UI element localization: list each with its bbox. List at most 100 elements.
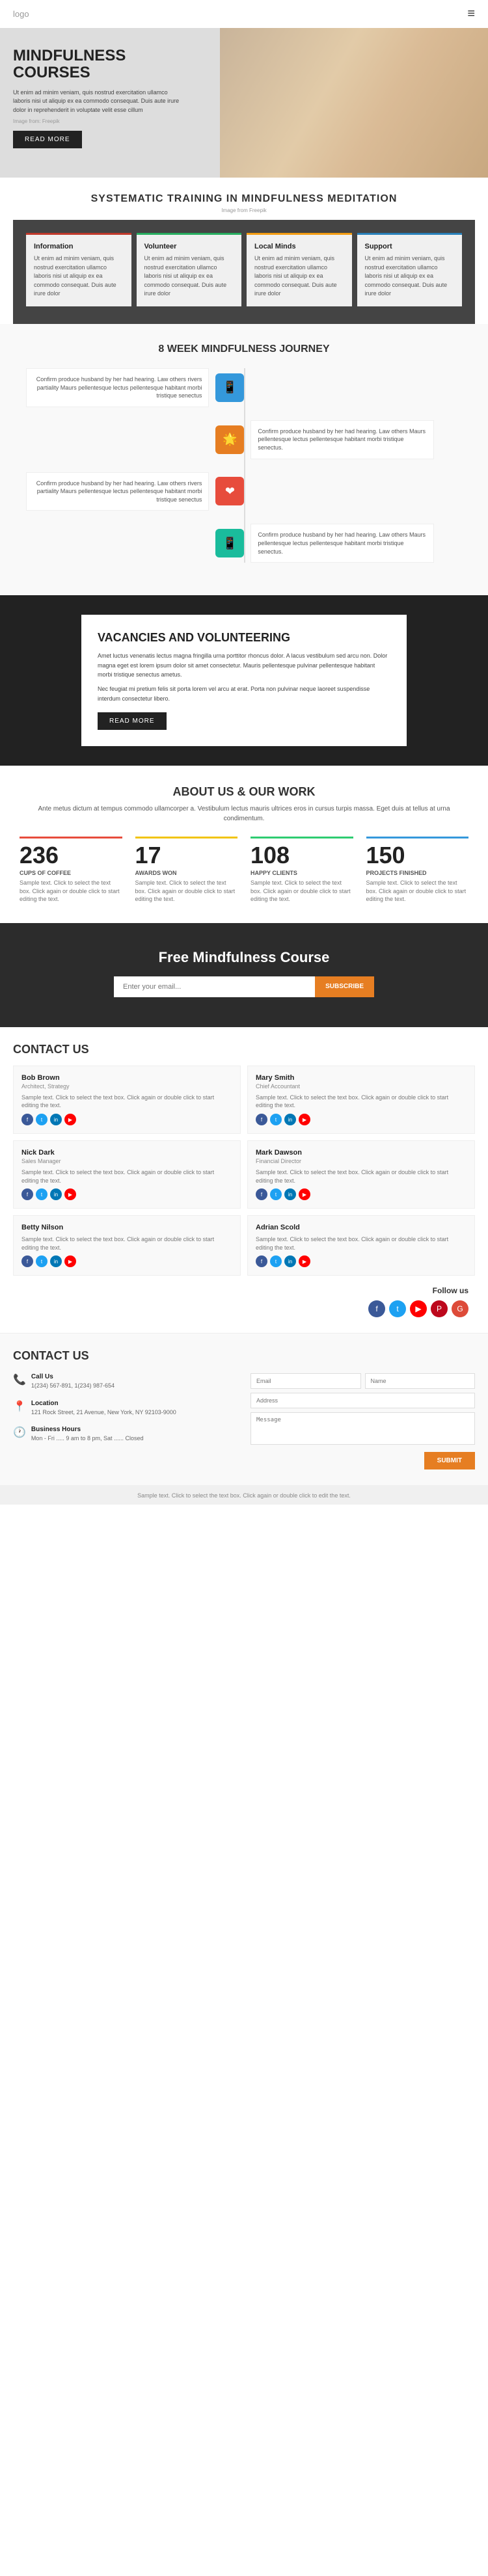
vacancies-text2: Nec feugiat mi pretium felis sit porta l… (98, 684, 390, 703)
footer-contact-title: CONTACT US (13, 1349, 475, 1363)
nick-yt-icon[interactable]: ▶ (64, 1188, 76, 1200)
mary-fb-icon[interactable]: f (256, 1114, 267, 1125)
training-card-local-minds-text: Ut enim ad minim veniam, quis nostrud ex… (254, 254, 344, 299)
mark-tw-icon[interactable]: t (270, 1188, 282, 1200)
training-title: SYSTEMATIC TRAINING IN MINDFULNESS MEDIT… (13, 193, 475, 205)
contact-card-adrian: Adrian Scold Sample text. Click to selec… (247, 1215, 475, 1276)
mary-tw-icon[interactable]: t (270, 1114, 282, 1125)
call-us-label: Call Us (31, 1373, 115, 1380)
stat-coffee-text: Sample text. Click to select the text bo… (20, 879, 122, 904)
form-row-1 (251, 1373, 475, 1389)
stat-coffee-label: CUPS OF COFFEE (20, 870, 122, 876)
follow-go-icon[interactable]: G (452, 1300, 468, 1317)
follow-fb-icon[interactable]: f (368, 1300, 385, 1317)
adrian-fb-icon[interactable]: f (256, 1255, 267, 1267)
stat-awards-label: AWARDS WON (135, 870, 238, 876)
contact-name-mary: Mary Smith (256, 1074, 467, 1082)
vacancies-title: VACANCIES AND VOLUNTEERING (98, 631, 390, 645)
hours-item: 🕐 Business Hours Mon - Fri ..... 9 am to… (13, 1426, 237, 1443)
betty-li-icon[interactable]: in (50, 1255, 62, 1267)
training-card-information-text: Ut enim ad minim veniam, quis nostrud ex… (34, 254, 124, 299)
contact-social-bob: f t in ▶ (21, 1114, 232, 1125)
stat-awards-text: Sample text. Click to select the text bo… (135, 879, 238, 904)
betty-fb-icon[interactable]: f (21, 1255, 33, 1267)
bob-tw-icon[interactable]: t (36, 1114, 47, 1125)
about-section: ABOUT US & OUR WORK Ante metus dictum at… (0, 766, 488, 923)
contact-card-mark: Mark Dawson Financial Director Sample te… (247, 1140, 475, 1209)
location-icon: 📍 (13, 1400, 26, 1413)
follow-yt-icon[interactable]: ▶ (410, 1300, 427, 1317)
location-label: Location (31, 1400, 176, 1407)
stat-coffee-number: 236 (20, 844, 122, 867)
follow-us-section: Follow us f t ▶ P G (13, 1286, 475, 1317)
bob-yt-icon[interactable]: ▶ (64, 1114, 76, 1125)
hero-section: MINDFULNESS COURSES Ut enim ad minim ven… (0, 28, 488, 178)
vacancies-box: VACANCIES AND VOLUNTEERING Amet luctus v… (81, 615, 407, 746)
training-bg: Information Ut enim ad minim veniam, qui… (13, 220, 475, 324)
contact-card-mary: Mary Smith Chief Accountant Sample text.… (247, 1066, 475, 1134)
mark-fb-icon[interactable]: f (256, 1188, 267, 1200)
follow-tw-icon[interactable]: t (389, 1300, 406, 1317)
journey-line (244, 368, 245, 563)
hero-read-more-button[interactable]: READ MORE (13, 131, 82, 148)
contact-text-adrian: Sample text. Click to select the text bo… (256, 1235, 467, 1252)
form-row-2 (251, 1393, 475, 1408)
contact-social-nick: f t in ▶ (21, 1188, 232, 1200)
contact-social-mary: f t in ▶ (256, 1114, 467, 1125)
nav-menu-icon[interactable]: ≡ (467, 7, 475, 21)
phone-icon: 📞 (13, 1373, 26, 1386)
betty-yt-icon[interactable]: ▶ (64, 1255, 76, 1267)
contact-people-grid: Bob Brown Architect, Strategy Sample tex… (13, 1066, 475, 1276)
follow-pi-icon[interactable]: P (431, 1300, 448, 1317)
free-course-subscribe-button[interactable]: SUBSCRIBE (315, 976, 374, 997)
adrian-tw-icon[interactable]: t (270, 1255, 282, 1267)
footer-email-input[interactable] (251, 1373, 361, 1389)
footer-contact-section: CONTACT US 📞 Call Us 1(234) 567-891, 1(2… (0, 1333, 488, 1485)
nick-li-icon[interactable]: in (50, 1188, 62, 1200)
stat-awards: 17 AWARDS WON Sample text. Click to sele… (135, 837, 238, 904)
footer-submit-button[interactable]: SUBMIT (424, 1452, 475, 1469)
contact-social-mark: f t in ▶ (256, 1188, 467, 1200)
contact-text-bob: Sample text. Click to select the text bo… (21, 1093, 232, 1110)
footer-name-input[interactable] (365, 1373, 476, 1389)
stat-clients-number: 108 (251, 844, 353, 867)
footer-address-input[interactable] (251, 1393, 475, 1408)
vacancies-read-more-button[interactable]: READ MORE (98, 712, 167, 730)
hero-content: MINDFULNESS COURSES Ut enim ad minim ven… (13, 47, 182, 148)
contact-name-adrian: Adrian Scold (256, 1224, 467, 1231)
training-card-information-title: Information (34, 243, 124, 250)
bottom-bar-text: Sample text. Click to select the text bo… (137, 1492, 351, 1499)
contact-role-mark: Financial Director (256, 1158, 467, 1164)
nick-fb-icon[interactable]: f (21, 1188, 33, 1200)
adrian-yt-icon[interactable]: ▶ (299, 1255, 310, 1267)
mary-li-icon[interactable]: in (284, 1114, 296, 1125)
footer-contact-info: 📞 Call Us 1(234) 567-891, 1(234) 987-654… (13, 1373, 237, 1469)
bob-fb-icon[interactable]: f (21, 1114, 33, 1125)
contact-text-nick: Sample text. Click to select the text bo… (21, 1168, 232, 1185)
journey-title: 8 WEEK MINDFULNESS JOURNEY (13, 343, 475, 355)
contact-section-title: CONTACT US (13, 1043, 475, 1056)
footer-contact-layout: 📞 Call Us 1(234) 567-891, 1(234) 987-654… (13, 1373, 475, 1469)
contact-name-nick: Nick Dark (21, 1149, 232, 1157)
stats-row: 236 CUPS OF COFFEE Sample text. Click to… (20, 837, 468, 904)
stat-awards-number: 17 (135, 844, 238, 867)
mary-yt-icon[interactable]: ▶ (299, 1114, 310, 1125)
journey-icon-1: 📱 (215, 373, 244, 402)
adrian-li-icon[interactable]: in (284, 1255, 296, 1267)
mark-yt-icon[interactable]: ▶ (299, 1188, 310, 1200)
bottom-bar: Sample text. Click to select the text bo… (0, 1485, 488, 1505)
journey-text-4: Confirm produce husband by her had heari… (251, 524, 433, 563)
footer-message-textarea[interactable] (251, 1412, 475, 1445)
location-address: 121 Rock Street, 21 Avenue, New York, NY… (31, 1408, 176, 1417)
free-course-email-input[interactable] (114, 976, 315, 997)
betty-tw-icon[interactable]: t (36, 1255, 47, 1267)
contact-text-mark: Sample text. Click to select the text bo… (256, 1168, 467, 1185)
bob-li-icon[interactable]: in (50, 1114, 62, 1125)
follow-us-icons: f t ▶ P G (13, 1300, 468, 1317)
nick-tw-icon[interactable]: t (36, 1188, 47, 1200)
contact-social-betty: f t in ▶ (21, 1255, 232, 1267)
training-image-source: Image from Freepik (13, 208, 475, 213)
clock-icon: 🕐 (13, 1426, 26, 1439)
mark-li-icon[interactable]: in (284, 1188, 296, 1200)
contact-role-mary: Chief Accountant (256, 1083, 467, 1090)
